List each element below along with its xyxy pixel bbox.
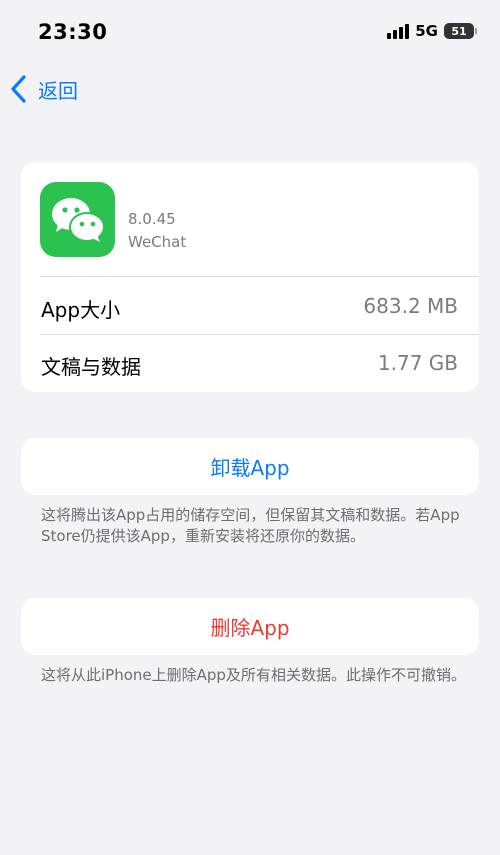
delete-app-button[interactable]: 删除App: [21, 598, 479, 655]
back-label: 返回: [38, 78, 78, 103]
app-version: 8.0.45: [128, 210, 176, 228]
delete-app-label: 删除App: [210, 616, 290, 640]
back-button[interactable]: 返回: [8, 72, 78, 106]
app-info-card: 8.0.45 WeChat App大小 683.2 MB 文稿与数据 1.77 …: [21, 162, 479, 392]
status-bar: 23:30 5G 51: [0, 0, 500, 62]
app-size-value: 683.2 MB: [363, 294, 458, 318]
offload-app-button[interactable]: 卸载App: [21, 438, 479, 495]
network-type: 5G: [415, 22, 438, 40]
documents-data-label: 文稿与数据: [41, 355, 141, 379]
chevron-left-icon: [11, 75, 26, 103]
status-time: 23:30: [38, 20, 108, 44]
offload-note: 这将腾出该App占用的储存空间，但保留其文稿和数据。若App Store仍提供该…: [41, 506, 460, 545]
battery-icon: 51: [444, 23, 477, 39]
wechat-icon: [40, 182, 115, 257]
app-name: WeChat: [128, 233, 187, 251]
delete-note: 这将从此iPhone上删除App及所有相关数据。此操作不可撤销。: [41, 666, 466, 684]
divider: [40, 276, 479, 277]
offload-app-label: 卸载App: [210, 456, 290, 480]
divider: [40, 334, 479, 335]
documents-data-value: 1.77 GB: [377, 351, 458, 375]
status-indicators: 5G 51: [387, 22, 477, 40]
app-size-label: App大小: [41, 298, 121, 322]
battery-level: 51: [451, 24, 467, 38]
cellular-signal-icon: [387, 23, 410, 39]
